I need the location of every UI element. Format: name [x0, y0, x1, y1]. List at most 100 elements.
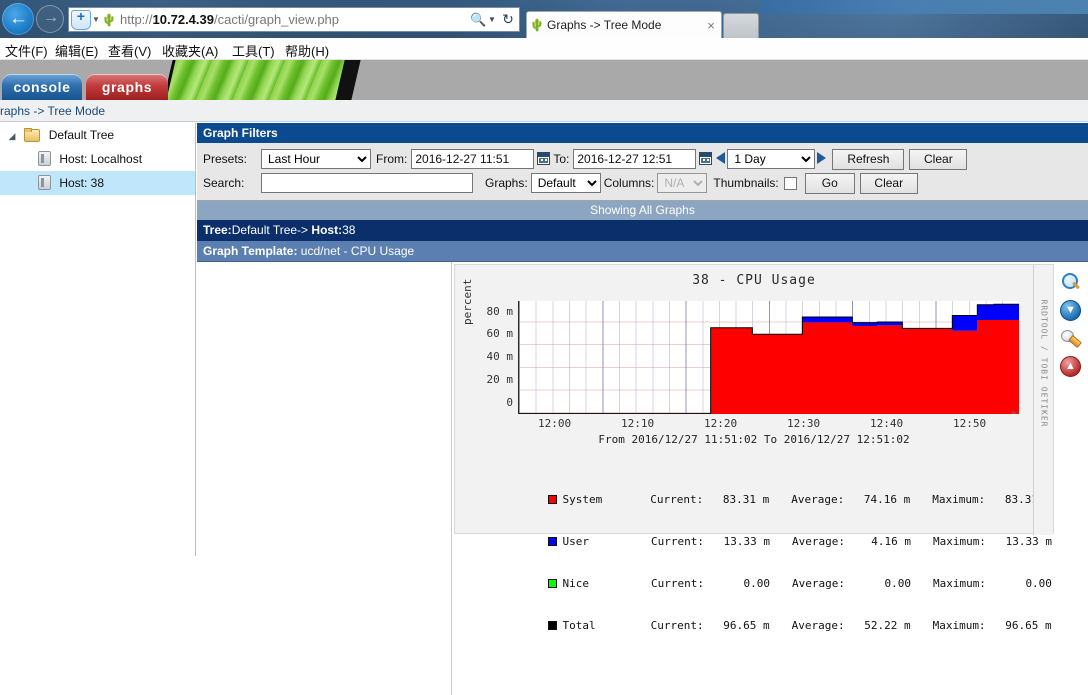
zoom-icon[interactable]: [1060, 272, 1081, 293]
search-input[interactable]: [261, 173, 473, 193]
graphs-select[interactable]: Default: [530, 173, 601, 193]
x-tick-1230: 12:30: [787, 417, 821, 430]
y-tick-40m: 40 m: [486, 350, 514, 363]
presets-select[interactable]: Last Hour: [261, 149, 371, 169]
menu-item-file[interactable]: 文件(F): [5, 41, 48, 60]
menu-bar: 文件(F) 编辑(E) 查看(V) 收藏夹(A) 工具(T) 帮助(H): [0, 38, 1088, 60]
legend-row-system: System Current: 83.31 m Average: 74.16 m Maxi…: [469, 479, 1052, 506]
legend-nice-current: 0.00: [743, 577, 770, 590]
calendar-icon[interactable]: [537, 152, 551, 166]
legend-name-user: User: [562, 535, 589, 548]
sidebar-item-host-38[interactable]: Host: 38: [0, 171, 195, 195]
thumbnails-label: Thumbnails:: [713, 176, 779, 190]
url-text[interactable]: http://10.72.4.39/cacti/graph_view.php: [117, 12, 470, 27]
filter-row-search: Search: Graphs: Default Columns: N/A Thu…: [197, 171, 1088, 195]
menu-item-edit[interactable]: 编辑(E): [55, 41, 98, 60]
menu-item-favorites[interactable]: 收藏夹(A): [162, 41, 218, 60]
address-bar[interactable]: ▼ 🌵 http://10.72.4.39/cacti/graph_view.p…: [68, 7, 520, 32]
columns-select[interactable]: N/A: [657, 173, 708, 193]
timespan-select[interactable]: 1 Day: [727, 149, 816, 169]
chart-time-range: From 2016/12/27 11:51:02 To 2016/12/27 1…: [598, 433, 910, 446]
browser-tab-title: Graphs -> Tree Mode: [547, 18, 662, 32]
y-tick-80m: 80 m: [486, 305, 514, 318]
chart-legend: System Current: 83.31 m Average: 74.16 m Maxi…: [469, 451, 1052, 647]
arrow-right-icon[interactable]: [817, 152, 827, 166]
legend-swatch-system: [548, 495, 558, 504]
legend-row-user: User Current: 13.33 m Average: 4.16 m Maximum…: [469, 521, 1052, 548]
main-content: Graph Filters Presets: Last Hour From: T…: [197, 123, 1088, 695]
sidebar-item-host-localhost[interactable]: Host: Localhost: [0, 147, 195, 171]
legend-system-current: 83.31 m: [722, 493, 770, 506]
y-tick-20m: 20 m: [486, 373, 514, 386]
refresh-icon[interactable]: ↻: [497, 11, 519, 28]
browser-chrome: ← → ▼ 🌵 http://10.72.4.39/cacti/graph_vi…: [0, 0, 1088, 38]
tab-graphs[interactable]: graphs: [86, 74, 168, 100]
legend-name-system: System: [562, 493, 603, 506]
clear-button[interactable]: Clear: [909, 148, 968, 170]
legend-col-current: Current:: [650, 493, 704, 506]
legend-row-nice: Nice Current: 0.00 Average: 0.00 Maximum: 0.00: [469, 563, 1052, 590]
csv-export-icon[interactable]: [1060, 300, 1081, 321]
sidebar-item-default-tree[interactable]: ◢ Default Tree: [0, 123, 195, 147]
legend-swatch-user: [548, 537, 558, 546]
legend-col-maximum: Maximum:: [932, 535, 986, 548]
tree-name: Default Tree->: [231, 223, 312, 237]
close-icon[interactable]: ×: [701, 18, 721, 33]
tab-console[interactable]: console: [2, 74, 82, 100]
refresh-button[interactable]: Refresh: [832, 148, 905, 170]
search-icon[interactable]: 🔍: [470, 12, 487, 28]
legend-col-average: Average:: [791, 535, 845, 548]
legend-user-current: 13.33 m: [723, 535, 770, 548]
graph-filters-panel: Presets: Last Hour From: To: 1 Day Refre…: [197, 143, 1088, 201]
legend-total-maximum: 96.65 m: [1005, 619, 1052, 632]
back-button[interactable]: ←: [2, 3, 34, 35]
cacti-header: console graphs: [0, 60, 1088, 100]
menu-item-view[interactable]: 查看(V): [108, 41, 151, 60]
thumbnails-checkbox[interactable]: [783, 176, 797, 190]
arrow-left-icon[interactable]: [716, 152, 726, 166]
back-arrow-icon: ←: [9, 8, 28, 29]
breadcrumb-text[interactable]: raphs -> Tree Mode: [0, 104, 105, 118]
to-date-input[interactable]: [573, 149, 697, 169]
new-tab-button[interactable]: [723, 13, 759, 38]
calendar-icon[interactable]: [699, 152, 713, 166]
tree-expand-icon[interactable]: ◢: [4, 124, 20, 148]
plot-area[interactable]: [518, 301, 1019, 414]
x-tick-1240: 12:40: [870, 417, 904, 430]
rrdtool-credit: RRDTOOL / TOBI OETIKER: [1039, 299, 1049, 428]
plot-series-svg: [519, 303, 1019, 414]
legend-col-current: Current:: [650, 619, 704, 632]
graph-page-top-icon[interactable]: [1060, 356, 1081, 377]
from-label: From:: [376, 152, 408, 166]
x-tick-1210: 12:10: [621, 417, 655, 430]
graph-action-icons: [1060, 272, 1084, 384]
graph-left-spacer: [197, 262, 452, 695]
legend-nice-average: 0.00: [884, 577, 911, 590]
clear-filters-button[interactable]: Clear: [859, 172, 918, 194]
showing-all-graphs-bar: Showing All Graphs: [197, 201, 1088, 220]
cactus-favicon: 🌵: [101, 12, 117, 27]
graph-settings-icon[interactable]: [1060, 328, 1081, 349]
url-path: /cacti/graph_view.php: [213, 12, 340, 27]
tree-sidebar: ◢ Default Tree Host: Localhost Host: 38: [0, 123, 196, 556]
legend-nice-maximum: 0.00: [1025, 577, 1052, 590]
legend-user-average: 4.16 m: [871, 535, 911, 548]
menu-item-tools[interactable]: 工具(T): [232, 41, 275, 60]
sidebar-item-label: Default Tree: [48, 128, 115, 142]
forward-button[interactable]: →: [36, 5, 64, 33]
legend-row-total: Total Current: 96.65 m Average: 52.22 m Maxim…: [469, 605, 1052, 632]
from-date-input[interactable]: [411, 149, 535, 169]
chevron-down-icon[interactable]: ▼: [487, 15, 497, 24]
x-tick-1250: 12:50: [953, 417, 987, 430]
cactus-favicon: 🌵: [529, 18, 545, 32]
rrd-graph[interactable]: 38 - CPU Usage percent 80 m 60 m 40 m 20…: [454, 264, 1054, 632]
legend-user-maximum: 13.33 m: [1005, 535, 1052, 548]
legend-col-current: Current:: [650, 535, 704, 548]
chevron-down-icon[interactable]: ▼: [91, 15, 101, 24]
chart-title: 38 - CPU Usage: [692, 273, 816, 288]
sidebar-item-label: Host: 38: [59, 176, 105, 190]
browser-tab[interactable]: 🌵 Graphs -> Tree Mode ×: [526, 11, 722, 38]
menu-item-help[interactable]: 帮助(H): [285, 41, 329, 60]
compatibility-view-icon[interactable]: [71, 8, 91, 30]
go-button[interactable]: Go: [804, 172, 855, 194]
